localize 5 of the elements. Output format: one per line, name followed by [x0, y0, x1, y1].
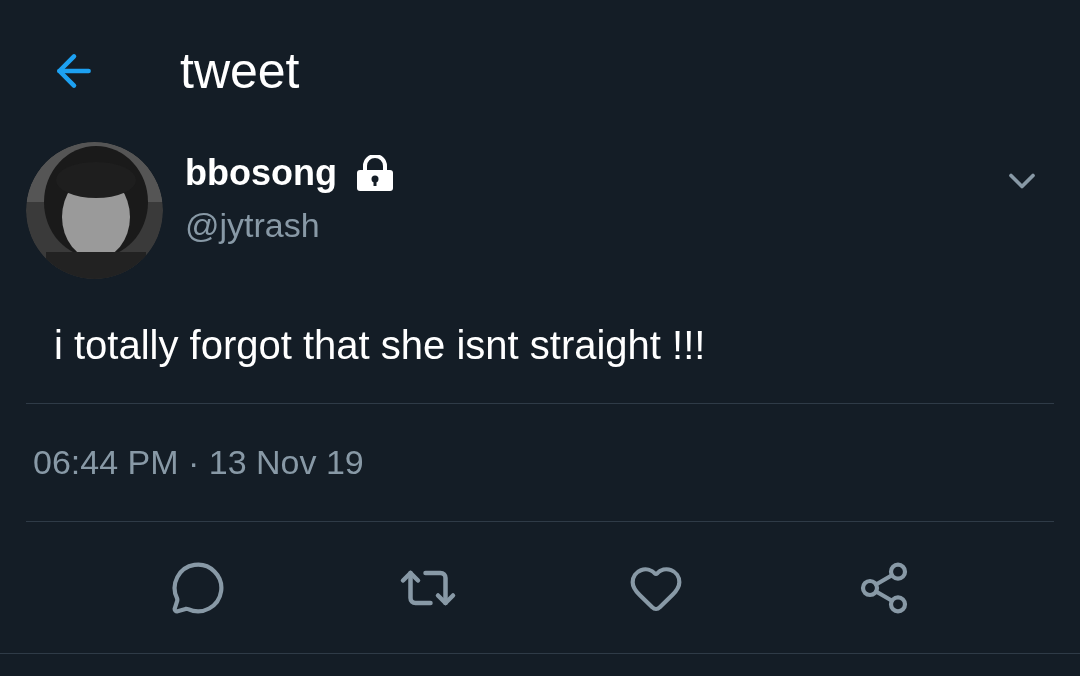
tweet-text: i totally forgot that she isnt straight !!! — [54, 322, 707, 369]
user-handle: @jytrash — [185, 205, 321, 246]
timestamp: 06:44 PM · 13 Nov 19 — [33, 442, 364, 483]
page-title: tweet — [180, 45, 300, 96]
display-name: bbosong — [185, 151, 337, 195]
